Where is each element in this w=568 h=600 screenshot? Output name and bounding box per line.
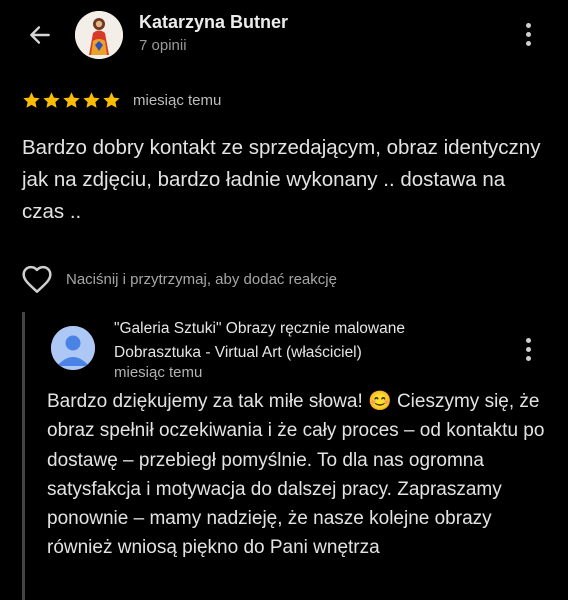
back-button[interactable] (22, 17, 58, 53)
owner-avatar[interactable] (51, 326, 95, 370)
more-vert-icon-dot (525, 22, 531, 28)
review-date: miesiąc temu (133, 92, 222, 109)
star-icon (103, 92, 120, 108)
star-rating (22, 91, 121, 110)
review-more-options-button[interactable] (517, 18, 539, 50)
owner-name[interactable]: "Galeria Sztuki" Obrazy ręcznie malowane… (114, 317, 494, 365)
more-vert-icon-dot (525, 355, 531, 361)
reply-divider (22, 312, 25, 600)
arrow-back-icon (30, 26, 50, 44)
more-vert-icon-dot (525, 40, 531, 46)
reply-more-options-button[interactable] (517, 333, 539, 365)
more-vert-icon-dot (525, 31, 531, 37)
star-icon (43, 92, 60, 108)
reaction-hint: Naciśnij i przytrzymaj, aby dodać reakcj… (66, 271, 337, 288)
react-button[interactable] (21, 264, 53, 294)
owner-reply-text: Bardzo dziękujemy za tak miłe słowa! 😊 C… (47, 391, 545, 559)
review-text: Bardzo dobry kontakt ze sprzedającym, ob… (22, 136, 541, 223)
more-vert-icon-dot (525, 337, 531, 343)
star-icon (23, 92, 40, 108)
reviewer-avatar[interactable] (75, 11, 123, 59)
reviewer-review-count: 7 opinii (139, 37, 187, 54)
star-icon (63, 92, 80, 108)
reviewer-name[interactable]: Katarzyna Butner (139, 12, 288, 33)
reviewer-avatar-image (75, 11, 123, 59)
owner-reply-date: miesiąc temu (114, 364, 203, 381)
person-icon (51, 326, 95, 370)
star-icon (83, 92, 100, 108)
more-vert-icon-dot (525, 346, 531, 352)
heart-outline-icon (22, 265, 52, 293)
